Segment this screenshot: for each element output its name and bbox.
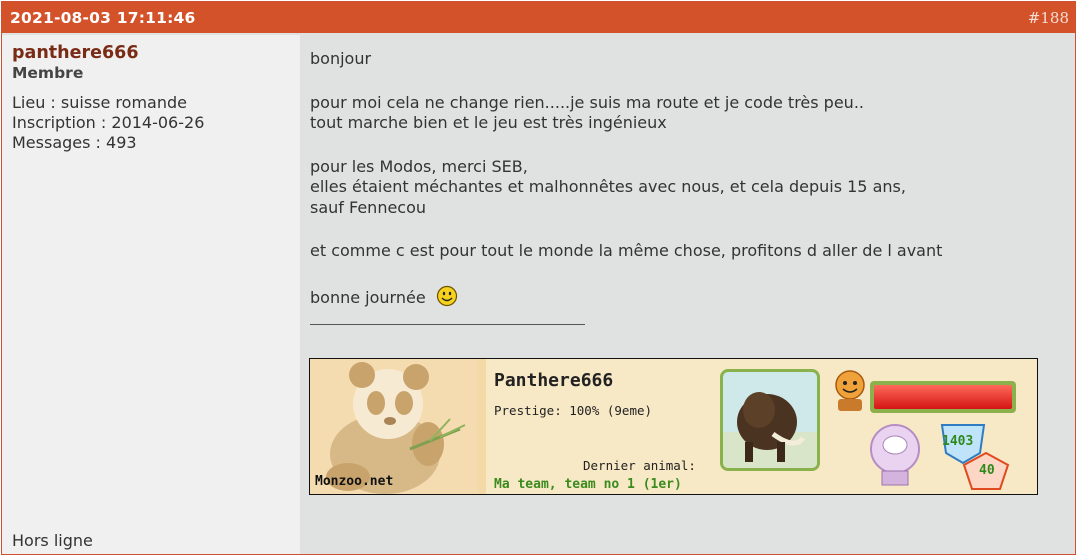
- message-line: elles étaient méchantes et malhonnêtes a…: [310, 177, 906, 196]
- author-rank: Membre: [12, 64, 84, 82]
- author-panel: panthere666 Membre Lieu : suisse romande…: [2, 35, 300, 554]
- post-header: 2021-08-03 17:11:46 #188: [2, 2, 1075, 33]
- author-name[interactable]: panthere666: [12, 43, 300, 63]
- trophy-icon: [860, 419, 930, 494]
- message-line: pour les Modos, merci SEB,: [310, 156, 528, 176]
- signature-separator: [310, 324, 585, 325]
- player-team: Ma team, team no 1 (1er): [494, 477, 682, 492]
- message-line: pour moi cela ne change rien.....je suis…: [310, 92, 864, 112]
- forum-post: 2021-08-03 17:11:46 #188 panthere666 Mem…: [1, 1, 1076, 555]
- message-line: sauf Fennecou: [310, 197, 427, 217]
- message-paragraph: pour moi cela ne change rien.....je suis…: [310, 93, 1075, 134]
- message-line: tout marche bien et le jeu est très ingé…: [310, 113, 667, 132]
- message-content: bonjour pour moi cela ne change rien....…: [300, 35, 1075, 554]
- smiley-icon: [436, 285, 458, 313]
- last-animal-label: Dernier animal:: [583, 458, 696, 473]
- post-date: 2021-08-03 17:11:46: [10, 8, 196, 27]
- player-prestige: Prestige: 100% (9eme): [494, 403, 653, 418]
- author-message-count: Messages : 493: [12, 133, 137, 152]
- panda-illustration: Monzoo.net: [310, 359, 478, 494]
- post-body: panthere666 Membre Lieu : suisse romande…: [2, 35, 1075, 554]
- signature-banner[interactable]: Monzoo.net Panthere666 Prestige: 100% (9…: [309, 358, 1038, 495]
- prestige-progress-bar: [870, 381, 1016, 413]
- author-registration: Inscription : 2014-06-26: [12, 113, 205, 132]
- author-location: Lieu : suisse romande: [12, 93, 187, 112]
- post-permalink[interactable]: #188: [1028, 9, 1069, 27]
- message-paragraph: bonjour: [310, 49, 372, 68]
- site-logo: Monzoo.net: [315, 473, 394, 489]
- last-animal-image: [720, 369, 820, 471]
- message-paragraph: bonne journée: [310, 285, 1075, 313]
- mascot-icon: [830, 367, 870, 423]
- player-name: Panthere666: [494, 370, 614, 391]
- online-status: Hors ligne: [12, 531, 93, 550]
- message-line: bonne journée: [310, 287, 426, 307]
- stat-value-b: 40: [979, 463, 995, 478]
- banner-divider: [478, 359, 486, 494]
- message-paragraph: pour les Modos, merci SEB, elles étaient…: [310, 157, 1075, 219]
- prestige-progress-fill: [874, 385, 1012, 409]
- message-paragraph: et comme c est pour tout le monde la mêm…: [310, 241, 943, 260]
- stat-value-a: 1403: [942, 434, 974, 449]
